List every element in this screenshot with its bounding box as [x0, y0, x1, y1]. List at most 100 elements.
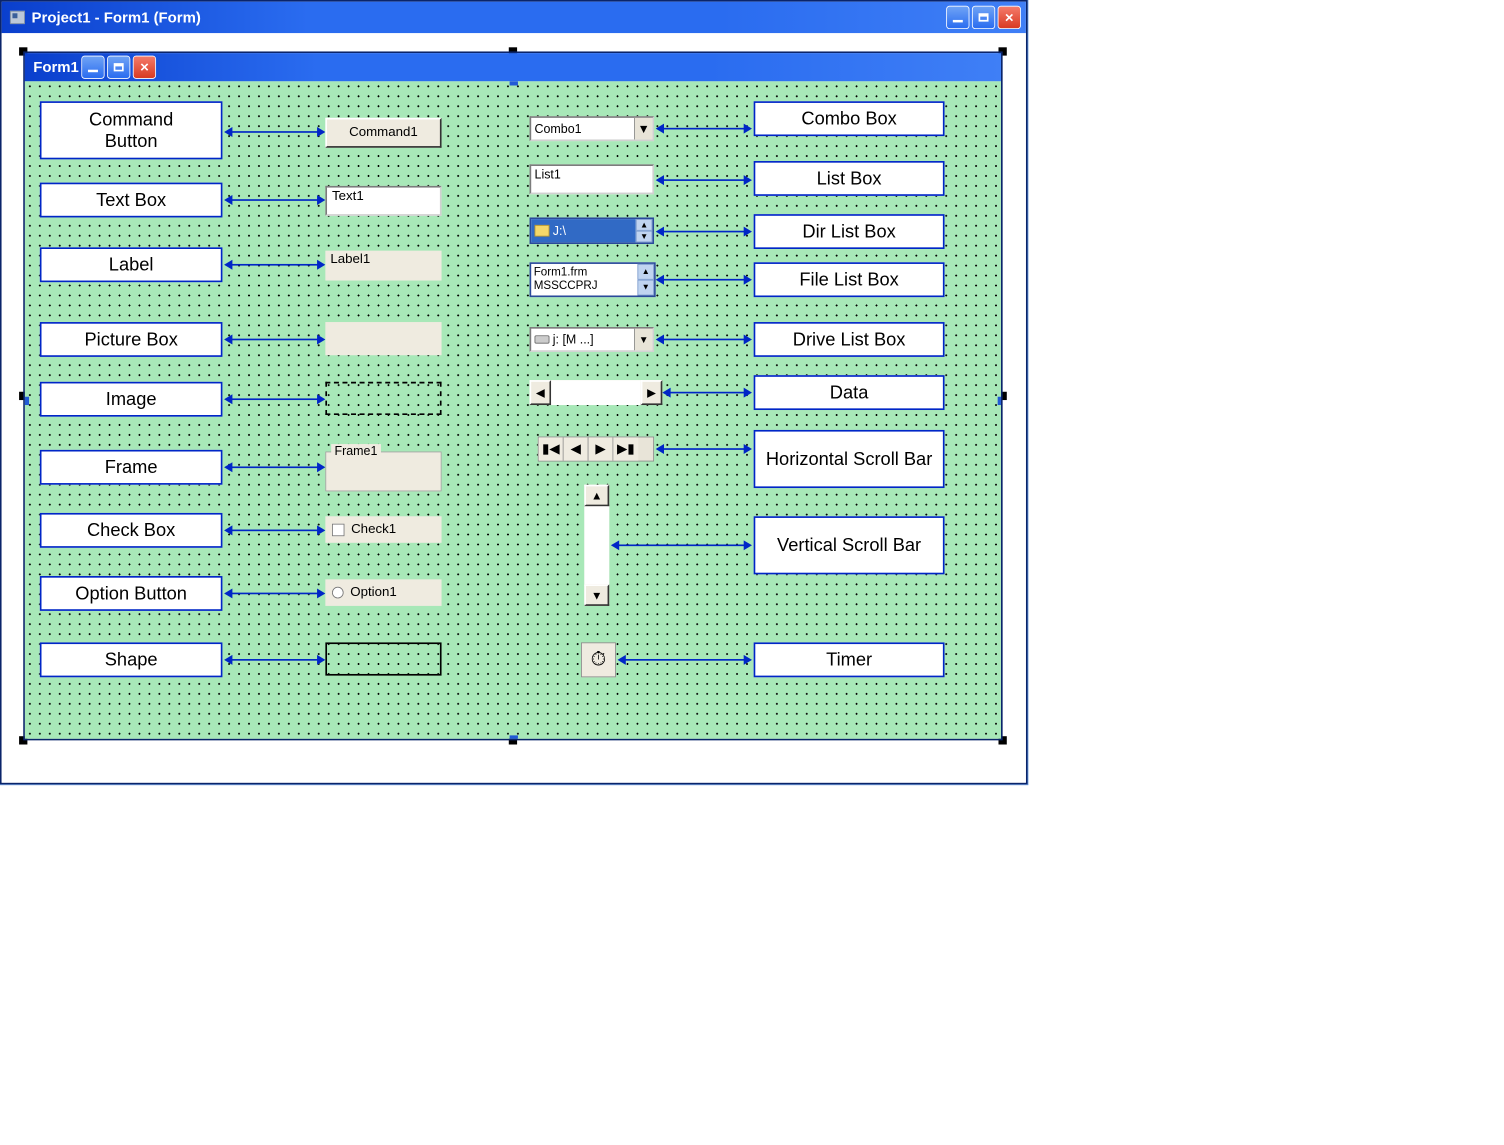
arrow-vscroll — [613, 544, 751, 546]
textbox-control[interactable]: Text1 — [325, 186, 441, 216]
arrow-dir-list — [657, 231, 750, 233]
scroll-up-icon[interactable]: ▲ — [584, 485, 609, 507]
folder-icon — [535, 225, 550, 237]
arrow-file-list — [657, 279, 750, 281]
designer-title: Project1 - Form1 (Form) — [32, 9, 201, 26]
spin-down-icon[interactable]: ▼ — [636, 231, 653, 243]
arrow-image — [226, 398, 324, 400]
arrow-frame — [226, 466, 324, 468]
maximize-button[interactable] — [972, 6, 995, 29]
callout-combo-box: Combo Box — [754, 101, 945, 136]
form-close-button[interactable]: × — [133, 56, 156, 79]
callout-command-button: Command Button — [40, 101, 223, 159]
label-control[interactable]: Label1 — [325, 251, 441, 281]
scroll-down-icon[interactable]: ▼ — [584, 584, 609, 606]
list-value: List1 — [535, 168, 561, 182]
dir-list-box-control[interactable]: J:\ ▲ ▼ — [530, 217, 655, 244]
form-minimize-button[interactable] — [81, 56, 104, 79]
command-button-control[interactable]: Command1 — [325, 118, 441, 148]
arrow-combo-box — [657, 128, 750, 130]
form-select-handle-e[interactable] — [998, 397, 1001, 405]
file-row: Form1.frm — [534, 265, 635, 278]
scroll-right-icon[interactable]: ▶ — [641, 380, 663, 405]
callout-label: Label — [40, 247, 223, 282]
form-maximize-button[interactable] — [107, 56, 130, 79]
arrow-picture-box — [226, 339, 324, 341]
command-button-caption: Command1 — [349, 125, 418, 140]
designer-window: Project1 - Form1 (Form) × Form1 × — [0, 0, 1028, 784]
dropdown-icon[interactable]: ▼ — [634, 329, 652, 351]
label-caption: Label1 — [330, 252, 370, 266]
file-row: MSSCCPRJ — [534, 278, 635, 291]
form-icon — [10, 11, 25, 24]
arrow-check-box — [226, 530, 324, 532]
dropdown-icon[interactable]: ▼ — [634, 118, 652, 140]
callout-frame: Frame — [40, 450, 223, 485]
option-circle-icon — [332, 587, 344, 599]
arrow-timer — [619, 659, 750, 661]
nav-first-icon[interactable]: ▮◀ — [539, 437, 564, 460]
scroll-left-icon[interactable]: ◀ — [530, 380, 552, 405]
form-select-handle-n[interactable] — [510, 81, 518, 85]
nav-next-icon[interactable]: ▶ — [588, 437, 613, 460]
form-window: Form1 × Command Button Text Box Label Pi… — [23, 51, 1002, 740]
combo-box-control[interactable]: Combo1 ▼ — [530, 116, 655, 141]
callout-option-button: Option Button — [40, 576, 223, 611]
form-select-handle-w[interactable] — [25, 397, 29, 405]
form-title: Form1 — [33, 59, 79, 76]
arrow-label — [226, 264, 324, 266]
hscroll-control[interactable]: ◀ ▶ — [530, 380, 663, 405]
drive-list-box-control[interactable]: j: [M ...] ▼ — [530, 327, 655, 352]
option-caption: Option1 — [350, 585, 397, 600]
callout-drive-list: Drive List Box — [754, 322, 945, 357]
arrow-drive-list — [657, 339, 750, 341]
spin-up-icon[interactable]: ▲ — [636, 219, 653, 231]
callout-shape: Shape — [40, 642, 223, 677]
shape-control[interactable] — [325, 642, 441, 675]
frame-control[interactable]: Frame1 — [325, 452, 441, 492]
drive-icon — [535, 335, 550, 343]
nav-last-icon[interactable]: ▶▮ — [613, 437, 638, 460]
callout-picture-box: Picture Box — [40, 322, 223, 357]
minimize-button[interactable] — [946, 6, 969, 29]
callout-vscroll: Vertical Scroll Bar — [754, 516, 945, 574]
option-button-control[interactable]: Option1 — [325, 579, 441, 606]
form-titlebar: Form1 × — [25, 53, 1001, 81]
close-button[interactable]: × — [998, 6, 1021, 29]
combo-value: Combo1 — [535, 122, 582, 136]
arrow-data — [664, 392, 750, 394]
arrow-list-box — [657, 179, 750, 181]
callout-dir-list: Dir List Box — [754, 214, 945, 249]
arrow-option-button — [226, 593, 324, 595]
picture-box-control[interactable] — [325, 322, 441, 355]
checkbox-control[interactable]: Check1 — [325, 516, 441, 543]
spin-up-icon[interactable]: ▲ — [637, 264, 654, 280]
checkbox-caption: Check1 — [351, 522, 396, 537]
data-control[interactable]: ▮◀ ◀ ▶ ▶▮ — [538, 437, 654, 462]
file-list-box-control[interactable]: Form1.frm MSSCCPRJ ▲ ▼ — [530, 262, 656, 297]
callout-list-box: List Box — [754, 161, 945, 196]
vscroll-control[interactable]: ▲ ▼ — [584, 485, 609, 606]
drive-value: j: [M ...] — [553, 332, 594, 346]
callout-data: Data — [754, 375, 945, 410]
callout-file-list: File List Box — [754, 262, 945, 297]
image-control[interactable] — [325, 382, 441, 415]
arrow-shape — [226, 659, 324, 661]
arrow-command-button — [226, 131, 324, 133]
callout-timer: Timer — [754, 642, 945, 677]
timer-control[interactable]: ⏱ — [581, 642, 616, 677]
nav-prev-icon[interactable]: ◀ — [564, 437, 589, 460]
stopwatch-icon: ⏱ — [591, 648, 607, 671]
form-select-handle-s[interactable] — [510, 735, 518, 738]
spin-down-icon[interactable]: ▼ — [637, 280, 654, 296]
callout-check-box: Check Box — [40, 513, 223, 548]
list-box-control[interactable]: List1 — [530, 164, 655, 194]
callout-hscroll: Horizontal Scroll Bar — [754, 430, 945, 488]
dir-value: J:\ — [553, 224, 566, 238]
designer-titlebar: Project1 - Form1 (Form) × — [2, 2, 1026, 34]
frame-caption: Frame1 — [331, 444, 381, 458]
arrow-hscroll — [657, 448, 750, 450]
design-surface[interactable]: Command Button Text Box Label Picture Bo… — [25, 81, 1001, 738]
textbox-value: Text1 — [332, 189, 364, 203]
checkbox-box-icon — [332, 523, 344, 535]
